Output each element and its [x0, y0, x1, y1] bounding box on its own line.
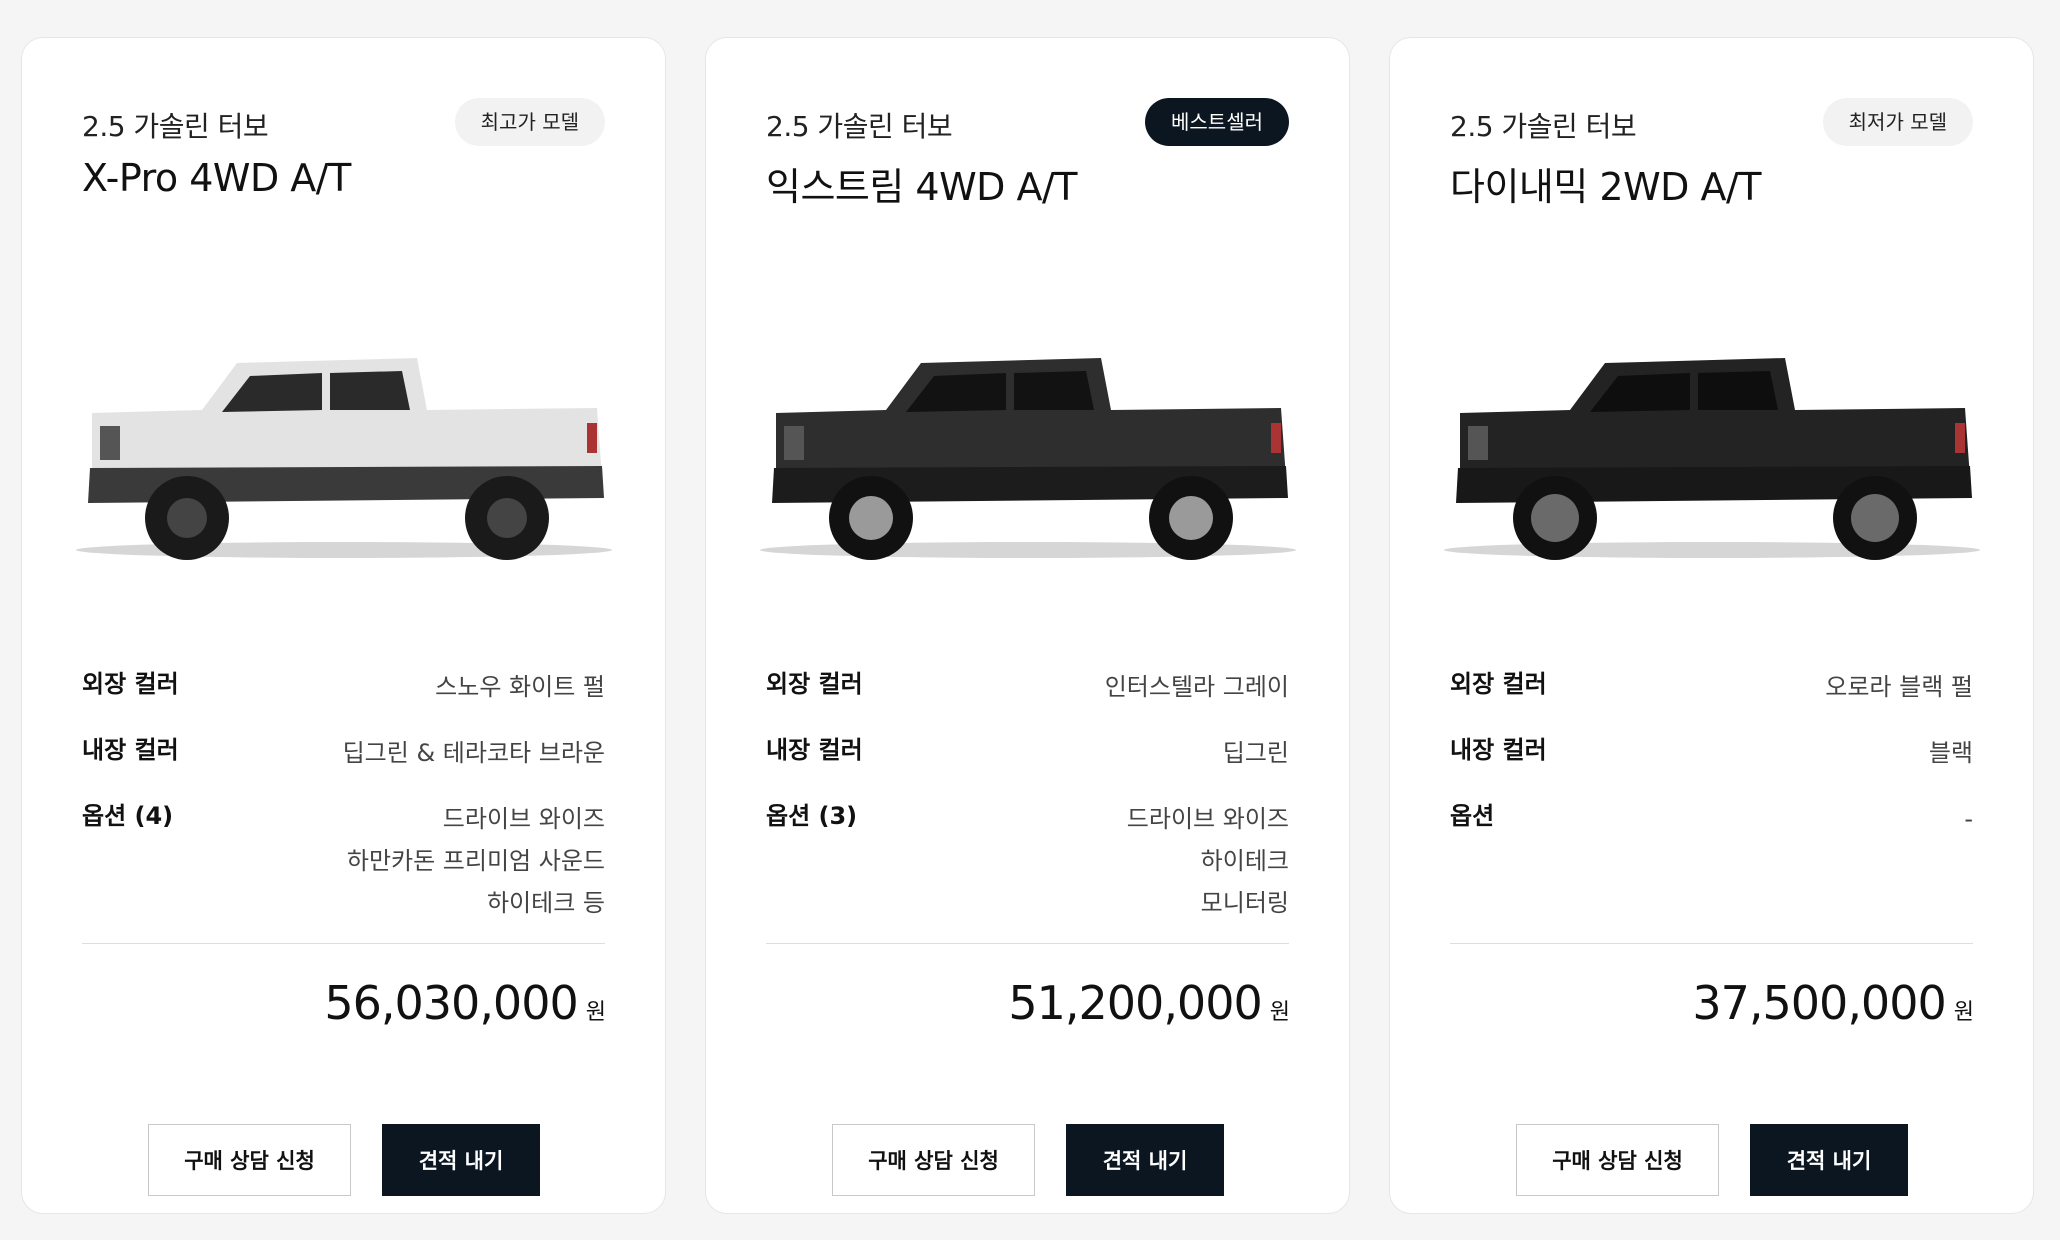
price-unit: 원: [585, 1000, 606, 1025]
quote-button[interactable]: 견적 내기: [382, 1124, 540, 1196]
trim-card: 2.5 가솔린 터보 다이내믹 2WD A/T 최저가 모델 외장 컬러 오로라…: [1389, 37, 2034, 1214]
price-value: 56,030,000: [324, 976, 578, 1030]
spec-value: 오로라 블랙 펄: [1825, 673, 1973, 701]
engine-label: 2.5 가솔린 터보: [1450, 110, 1637, 143]
price: 56,030,000 원: [324, 976, 606, 1030]
price-value: 37,500,000: [1692, 976, 1946, 1030]
trim-comparison-cards: 2.5 가솔린 터보 X-Pro 4WD A/T 최고가 모델 외장 컬러 스노…: [0, 0, 2060, 1240]
spec-label: 외장 컬러: [1450, 670, 1547, 698]
spec-label: 옵션 (4): [82, 802, 174, 830]
trim-name: X-Pro 4WD A/T: [82, 156, 351, 200]
price-unit: 원: [1953, 1000, 1974, 1025]
consult-button[interactable]: 구매 상담 신청: [832, 1124, 1035, 1196]
option-item: 드라이브 와이즈: [442, 805, 605, 833]
spec-value: 스노우 화이트 펄: [435, 673, 605, 701]
trim-badge: 최저가 모델: [1822, 98, 1973, 146]
spec-label: 외장 컬러: [82, 670, 179, 698]
spec-label: 내장 컬러: [82, 736, 179, 764]
truck-image: [76, 358, 612, 560]
trim-card: 2.5 가솔린 터보 X-Pro 4WD A/T 최고가 모델 외장 컬러 스노…: [21, 37, 666, 1214]
spec-value: 딥그린 & 테라코타 브라운: [342, 739, 605, 767]
truck-image: [760, 358, 1296, 560]
spec-label: 옵션: [1450, 802, 1495, 830]
trim-badge: 베스트셀러: [1145, 98, 1289, 146]
spec-value: 드라이브 와이즈 하만카돈 프리미엄 사운드 하이테크 등: [347, 798, 605, 924]
divider: [1450, 943, 1973, 944]
price: 51,200,000 원: [1008, 976, 1290, 1030]
option-item: 하이테크 등: [486, 889, 605, 917]
divider: [82, 943, 605, 944]
spec-value: 인터스텔라 그레이: [1104, 673, 1289, 701]
option-item: 드라이브 와이즈: [1126, 805, 1289, 833]
option-item: 하이테크: [1200, 847, 1289, 875]
price-unit: 원: [1269, 1000, 1290, 1025]
option-item: -: [1964, 805, 1973, 833]
trim-name: 익스트림 4WD A/T: [766, 165, 1078, 209]
truck-image: [1444, 358, 1980, 560]
consult-button[interactable]: 구매 상담 신청: [1516, 1124, 1719, 1196]
option-item: 하만카돈 프리미엄 사운드: [346, 847, 605, 875]
price-value: 51,200,000: [1008, 976, 1262, 1030]
engine-label: 2.5 가솔린 터보: [82, 110, 269, 143]
trim-name: 다이내믹 2WD A/T: [1450, 165, 1762, 209]
spec-label: 내장 컬러: [766, 736, 863, 764]
spec-label: 옵션 (3): [766, 802, 858, 830]
spec-value: 블랙: [1928, 739, 1973, 767]
trim-badge: 최고가 모델: [454, 98, 605, 146]
spec-value: 드라이브 와이즈 하이테크 모니터링: [1127, 798, 1289, 924]
engine-label: 2.5 가솔린 터보: [766, 110, 953, 143]
option-item: 모니터링: [1200, 889, 1289, 917]
spec-value: -: [1964, 798, 1973, 840]
quote-button[interactable]: 견적 내기: [1750, 1124, 1908, 1196]
price: 37,500,000 원: [1692, 976, 1974, 1030]
spec-label: 내장 컬러: [1450, 736, 1547, 764]
divider: [766, 943, 1289, 944]
trim-card: 2.5 가솔린 터보 익스트림 4WD A/T 베스트셀러 외장 컬러 인터스텔…: [705, 37, 1350, 1214]
spec-value: 딥그린: [1222, 739, 1289, 767]
spec-label: 외장 컬러: [766, 670, 863, 698]
quote-button[interactable]: 견적 내기: [1066, 1124, 1224, 1196]
consult-button[interactable]: 구매 상담 신청: [148, 1124, 351, 1196]
